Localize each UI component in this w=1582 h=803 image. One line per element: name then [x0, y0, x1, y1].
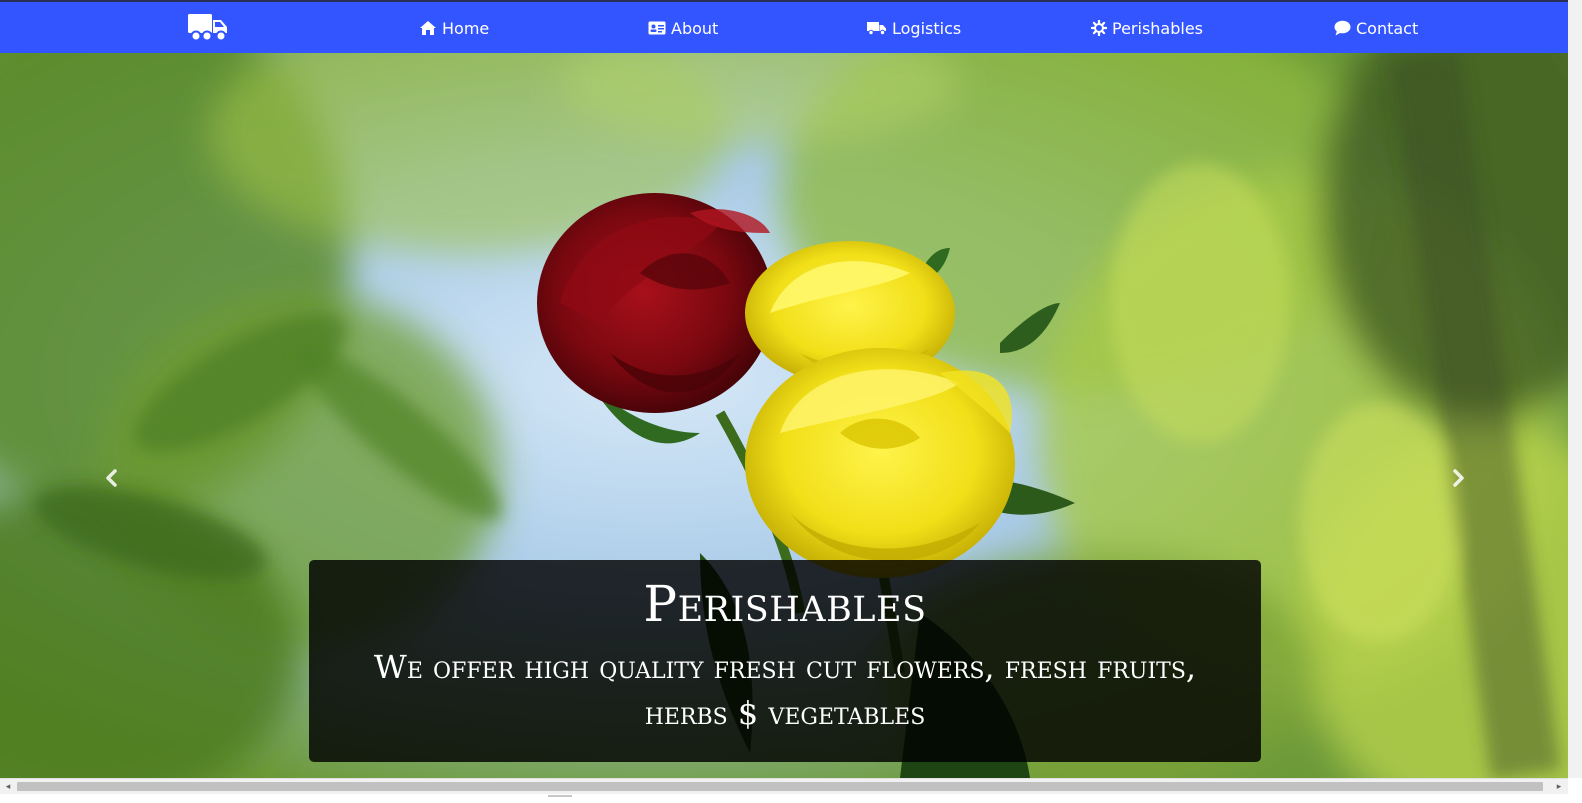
nav-home-label: Home: [442, 18, 490, 38]
nav-perishables-label: Perishables: [1112, 18, 1204, 38]
nav-perishables[interactable]: Perishables: [1091, 17, 1203, 39]
carousel-next-button[interactable]: [1443, 463, 1473, 493]
nav-about-label: About: [671, 18, 719, 38]
horizontal-scrollbar[interactable]: ◂ ▸: [0, 778, 1568, 794]
vertical-scrollbar[interactable]: [1568, 0, 1582, 778]
caption-text: We offer high quality fresh cut flowers,…: [373, 648, 1197, 732]
nav-logistics[interactable]: Logistics: [867, 17, 961, 39]
gear-icon: [1091, 20, 1107, 36]
comment-icon: [1334, 20, 1351, 36]
carousel-prev-button[interactable]: [97, 463, 127, 493]
scroll-right-arrow[interactable]: ▸: [1554, 782, 1564, 792]
nav-contact-label: Contact: [1356, 18, 1419, 38]
top-navbar: Home About Logistics Perishables Contact: [0, 0, 1568, 53]
nav-logistics-label: Logistics: [892, 18, 962, 38]
brand-truck-icon[interactable]: [187, 11, 229, 43]
scroll-left-arrow[interactable]: ◂: [3, 782, 13, 792]
carousel-caption: Perishables We offer high quality fresh …: [309, 560, 1261, 762]
nav-home[interactable]: Home: [419, 17, 489, 39]
bottom-strip: [0, 794, 1582, 803]
id-card-icon: [648, 21, 666, 35]
caption-title: Perishables: [643, 575, 927, 633]
truck-icon: [867, 21, 886, 35]
horizontal-scroll-thumb[interactable]: [17, 782, 1543, 791]
nav-about[interactable]: About: [648, 17, 718, 39]
bottom-divider: [548, 795, 572, 797]
home-icon: [420, 21, 436, 35]
nav-contact[interactable]: Contact: [1334, 17, 1418, 39]
chevron-left-icon: [106, 469, 117, 487]
chevron-right-icon: [1453, 469, 1464, 487]
browser-viewport: Home About Logistics Perishables Contact…: [0, 0, 1582, 803]
